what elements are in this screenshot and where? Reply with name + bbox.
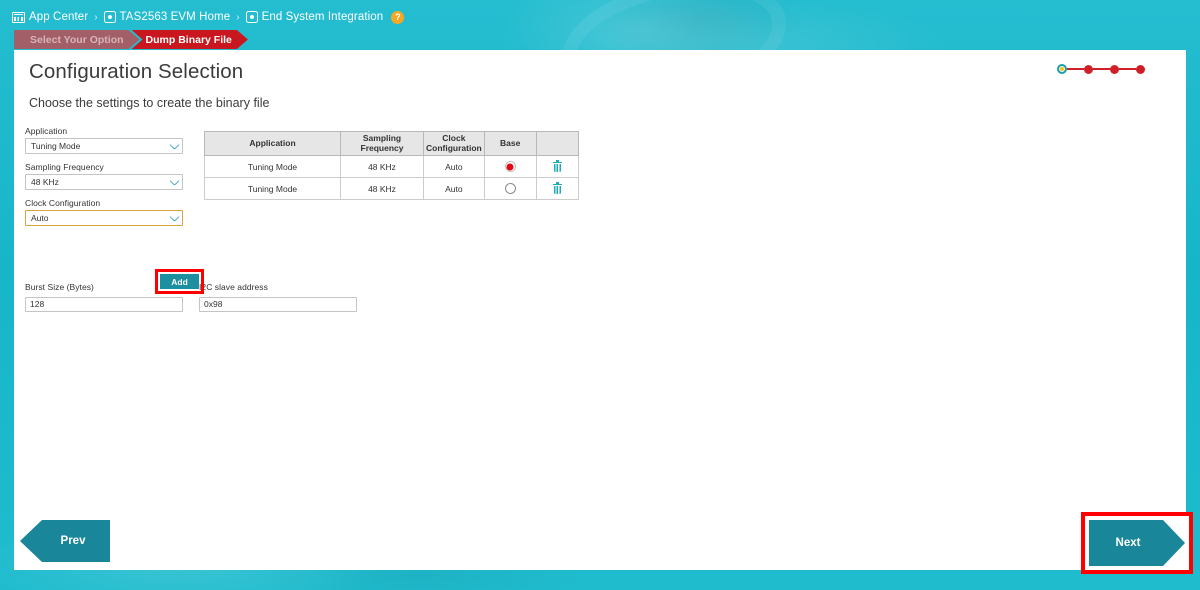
- table-header-row: Application Sampling Frequency Clock Con…: [205, 132, 579, 156]
- step-tab-bar: Select Your Option Dump Binary File: [14, 30, 240, 49]
- column-header-sampling-frequency: Sampling Frequency: [341, 132, 424, 156]
- progress-dot: [1136, 65, 1145, 74]
- breadcrumb-item-app-center[interactable]: App Center: [12, 11, 88, 23]
- clock-configuration-select-value[interactable]: Auto: [25, 210, 183, 226]
- step-tab-dump-binary-file[interactable]: Dump Binary File: [132, 30, 248, 49]
- breadcrumb-label: End System Integration: [262, 11, 384, 23]
- application-select[interactable]: Tuning Mode: [25, 138, 183, 154]
- column-header-application: Application: [205, 132, 341, 156]
- page-title: Configuration Selection: [29, 60, 243, 84]
- configuration-form: Application Tuning Mode Sampling Frequen…: [25, 126, 195, 234]
- add-button[interactable]: Add: [160, 274, 199, 289]
- clock-configuration-label: Clock Configuration: [25, 198, 195, 208]
- cell-delete: [536, 178, 578, 200]
- step-tab-select-your-option[interactable]: Select Your Option: [14, 30, 140, 49]
- breadcrumb-item-tas2563-evm-home[interactable]: TAS2563 EVM Home: [104, 11, 231, 23]
- i2c-slave-address-group: I2C slave address: [199, 282, 357, 312]
- column-header-actions: [536, 132, 578, 156]
- cell-delete: [536, 156, 578, 178]
- cell-application: Tuning Mode: [205, 178, 341, 200]
- breadcrumb-label: TAS2563 EVM Home: [120, 11, 231, 23]
- application-window: App Center › TAS2563 EVM Home › End Syst…: [0, 0, 1200, 590]
- i2c-slave-address-label: I2C slave address: [199, 282, 357, 292]
- trash-icon[interactable]: [553, 162, 562, 172]
- cell-sampling-frequency: 48 KHz: [341, 156, 424, 178]
- application-select-value[interactable]: Tuning Mode: [25, 138, 183, 154]
- cell-application: Tuning Mode: [205, 156, 341, 178]
- cell-base: [484, 178, 536, 200]
- app-center-icon: [12, 12, 25, 23]
- sampling-frequency-select[interactable]: 48 KHz: [25, 174, 183, 190]
- next-button-label: Next: [1116, 537, 1141, 549]
- page-subtitle: Choose the settings to create the binary…: [29, 96, 269, 110]
- cell-base: [484, 156, 536, 178]
- step-tab-label: Select Your Option: [30, 34, 124, 46]
- board-icon: [104, 11, 116, 23]
- progress-dot-current: [1057, 64, 1067, 74]
- progress-indicator: [1057, 64, 1145, 74]
- table-row: Tuning Mode 48 KHz Auto: [205, 156, 579, 178]
- column-header-clock-configuration: Clock Configuration: [424, 132, 485, 156]
- cell-clock-configuration: Auto: [424, 178, 485, 200]
- cell-sampling-frequency: 48 KHz: [341, 178, 424, 200]
- cell-clock-configuration: Auto: [424, 156, 485, 178]
- trash-icon[interactable]: [553, 184, 562, 194]
- breadcrumb-label: App Center: [29, 11, 88, 23]
- breadcrumb-item-end-system-integration[interactable]: End System Integration: [246, 11, 384, 23]
- i2c-slave-address-input[interactable]: [199, 297, 357, 312]
- progress-dot: [1110, 65, 1119, 74]
- progress-dot: [1084, 65, 1093, 74]
- prev-button-label: Prev: [61, 535, 86, 547]
- breadcrumb: App Center › TAS2563 EVM Home › End Syst…: [12, 8, 404, 26]
- step-tab-label: Dump Binary File: [146, 34, 232, 46]
- breadcrumb-separator: ›: [235, 12, 240, 23]
- progress-connector: [1093, 68, 1110, 70]
- burst-size-input[interactable]: [25, 297, 183, 312]
- progress-connector: [1119, 68, 1136, 70]
- board-icon: [246, 11, 258, 23]
- content-panel: Configuration Selection Choose the setti…: [14, 50, 1186, 570]
- base-radio-selected[interactable]: [505, 161, 516, 172]
- table-row: Tuning Mode 48 KHz Auto: [205, 178, 579, 200]
- column-header-base: Base: [484, 132, 536, 156]
- configuration-table: Application Sampling Frequency Clock Con…: [204, 131, 579, 200]
- progress-connector: [1067, 68, 1084, 70]
- help-icon[interactable]: ?: [391, 11, 404, 24]
- breadcrumb-separator: ›: [93, 12, 98, 23]
- sampling-frequency-label: Sampling Frequency: [25, 162, 195, 172]
- base-radio[interactable]: [505, 183, 516, 194]
- application-label: Application: [25, 126, 195, 136]
- sampling-frequency-select-value[interactable]: 48 KHz: [25, 174, 183, 190]
- clock-configuration-select[interactable]: Auto: [25, 210, 183, 226]
